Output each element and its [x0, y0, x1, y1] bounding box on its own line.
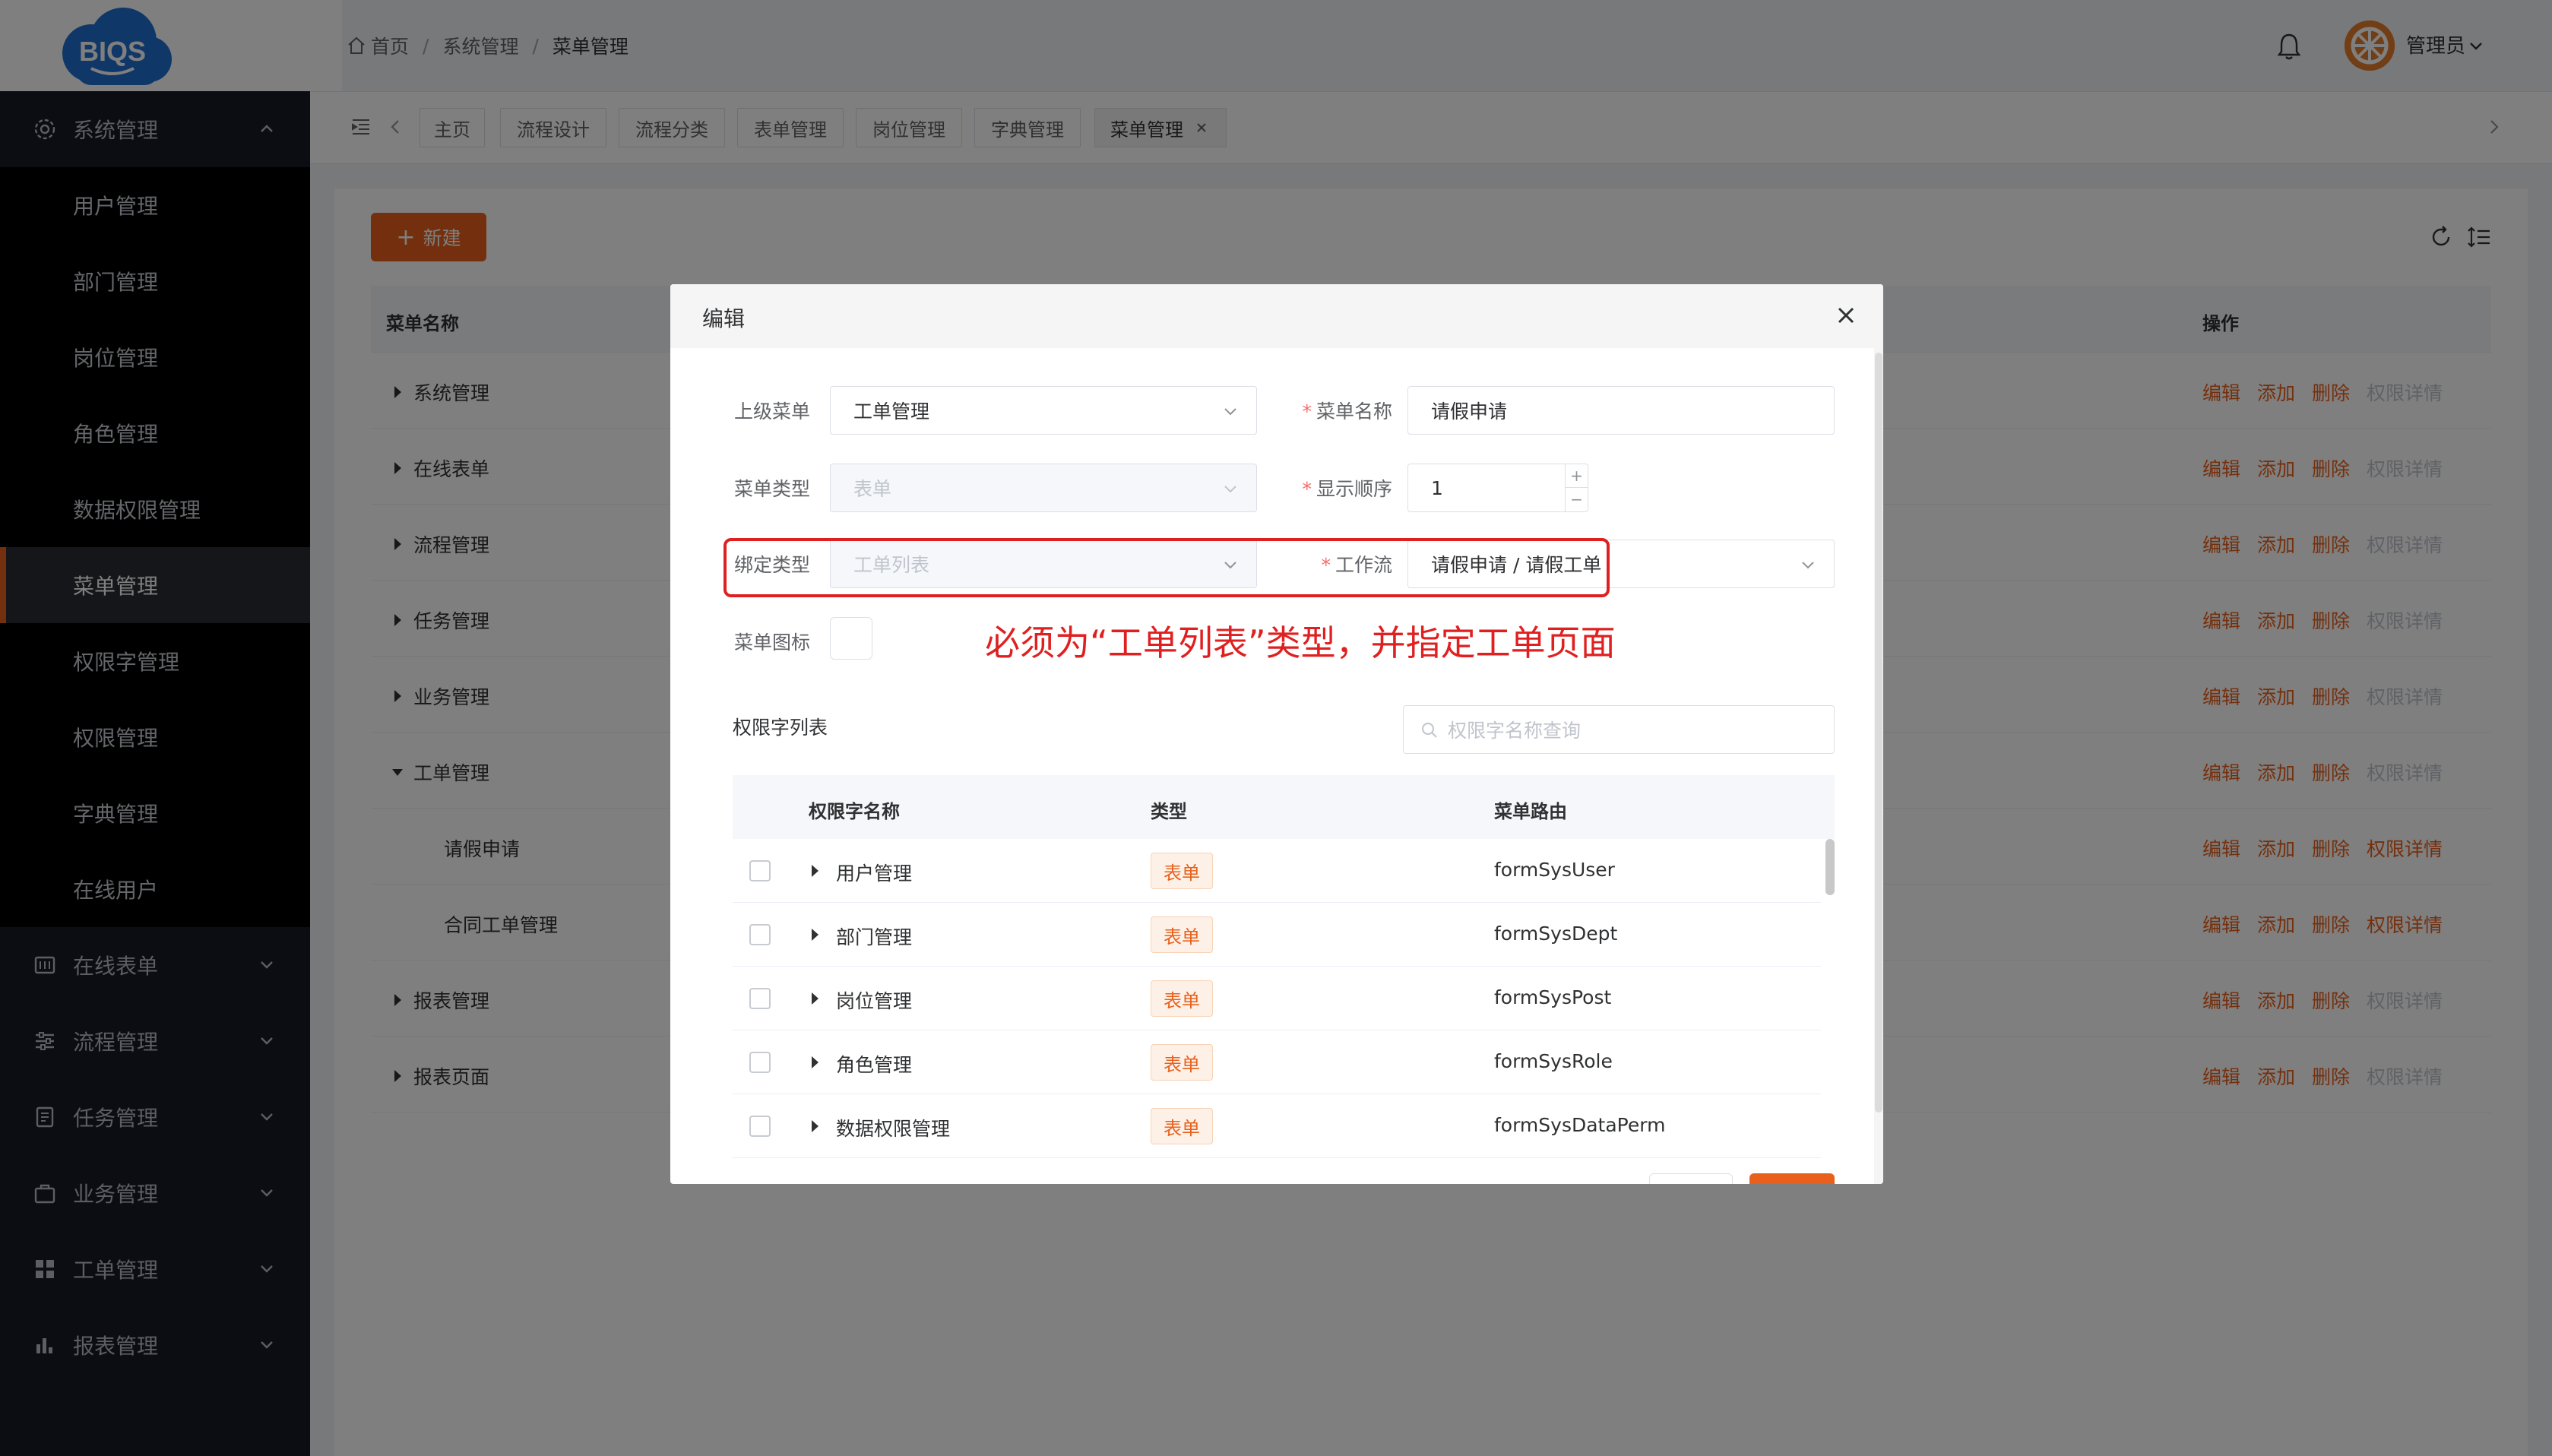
- parent-menu-label: 上级菜单: [733, 400, 810, 423]
- annotation-highlight-box: [723, 538, 1610, 597]
- permission-search-input[interactable]: 权限字名称查询: [1403, 705, 1835, 754]
- menu-icon-picker[interactable]: [830, 617, 872, 660]
- row-checkbox[interactable]: [749, 860, 771, 882]
- row-checkbox[interactable]: [749, 924, 771, 945]
- permission-row: 用户管理 表单 formSysUser: [733, 839, 1821, 903]
- confirm-button[interactable]: [1749, 1173, 1835, 1184]
- caret-right-icon[interactable]: [809, 989, 822, 1008]
- search-icon: [1422, 723, 1437, 738]
- permission-row: 岗位管理 表单 formSysPost: [733, 967, 1821, 1030]
- display-order-label-text: 显示顺序: [1316, 478, 1392, 500]
- permission-row: 角色管理 表单 formSysRole: [733, 1030, 1821, 1094]
- required-mark: *: [1302, 400, 1312, 423]
- type-badge: 表单: [1151, 1108, 1213, 1144]
- type-badge: 表单: [1151, 916, 1213, 953]
- menu-icon-label: 菜单图标: [733, 631, 810, 654]
- annotation-text: 必须为“工单列表”类型，并指定工单页面: [985, 622, 1616, 663]
- dialog-scrollbar[interactable]: [1875, 353, 1882, 1113]
- menu-type-label: 菜单类型: [733, 478, 810, 500]
- menu-name-label: * 菜单名称: [1278, 397, 1392, 424]
- display-order-label: * 显示顺序: [1278, 474, 1392, 502]
- perm-column-type: 类型: [1151, 801, 1187, 822]
- permission-row: 部门管理 表单 formSysDept: [733, 903, 1821, 967]
- permission-list-label: 权限字列表: [733, 717, 828, 739]
- permission-name: 角色管理: [836, 1054, 913, 1076]
- permission-name: 数据权限管理: [836, 1118, 951, 1140]
- parent-menu-value: 工单管理: [853, 400, 930, 423]
- type-badge: 表单: [1151, 853, 1213, 889]
- increment-icon[interactable]: +: [1566, 464, 1588, 488]
- caret-right-icon[interactable]: [809, 862, 822, 880]
- display-order-stepper[interactable]: 1 + −: [1407, 464, 1588, 512]
- menu-type-select[interactable]: 表单: [830, 464, 1257, 512]
- caret-right-icon[interactable]: [809, 1053, 822, 1071]
- menu-name-value: 请假申请: [1431, 400, 1508, 423]
- menu-name-label-text: 菜单名称: [1316, 400, 1392, 423]
- cancel-button[interactable]: [1649, 1173, 1733, 1184]
- decrement-icon[interactable]: −: [1566, 488, 1588, 511]
- type-badge: 表单: [1151, 1044, 1213, 1081]
- display-order-value: 1: [1431, 476, 1443, 499]
- dialog-header: [670, 284, 1883, 348]
- permission-name: 用户管理: [836, 863, 913, 885]
- dialog-title: 编辑: [702, 306, 746, 331]
- edit-menu-dialog: 编辑 上级菜单 工单管理 * 菜单名称 请假申请 菜单类型 表单 * 显示顺序 1 …: [670, 284, 1883, 1184]
- permission-table-header: 权限字名称 类型 菜单路由: [733, 775, 1835, 839]
- permission-table-body: 用户管理 表单 formSysUser 部门管理 表单 formSysDept 岗位管理 表单…: [733, 839, 1835, 1184]
- row-checkbox[interactable]: [749, 1052, 771, 1073]
- menu-route: formSysDataPerm: [1494, 1114, 1666, 1136]
- chevron-down-icon: [1224, 408, 1236, 416]
- stepper-controls: + −: [1565, 464, 1588, 511]
- menu-route: formSysPost: [1494, 986, 1612, 1008]
- caret-right-icon[interactable]: [809, 1117, 822, 1135]
- perm-column-route: 菜单路由: [1494, 801, 1567, 822]
- caret-right-icon[interactable]: [809, 926, 822, 944]
- permission-search-placeholder: 权限字名称查询: [1448, 720, 1582, 742]
- menu-route: formSysUser: [1494, 859, 1615, 881]
- menu-type-value: 表单: [853, 478, 892, 500]
- row-checkbox[interactable]: [749, 988, 771, 1009]
- permission-name: 岗位管理: [836, 990, 913, 1012]
- required-mark: *: [1302, 478, 1312, 500]
- row-checkbox[interactable]: [749, 1116, 771, 1137]
- parent-menu-select[interactable]: 工单管理: [830, 386, 1257, 435]
- type-badge: 表单: [1151, 980, 1213, 1017]
- permission-table-scrollbar[interactable]: [1825, 839, 1835, 895]
- close-icon[interactable]: [1833, 302, 1859, 328]
- permission-row: 数据权限管理 表单 formSysDataPerm: [733, 1094, 1821, 1158]
- chevron-down-icon: [1224, 486, 1236, 493]
- chevron-down-icon: [1802, 562, 1814, 569]
- permission-name: 部门管理: [836, 926, 913, 948]
- menu-route: formSysRole: [1494, 1050, 1613, 1072]
- menu-name-input[interactable]: 请假申请: [1407, 386, 1835, 435]
- perm-column-name: 权限字名称: [809, 801, 900, 822]
- menu-route: formSysDept: [1494, 923, 1618, 945]
